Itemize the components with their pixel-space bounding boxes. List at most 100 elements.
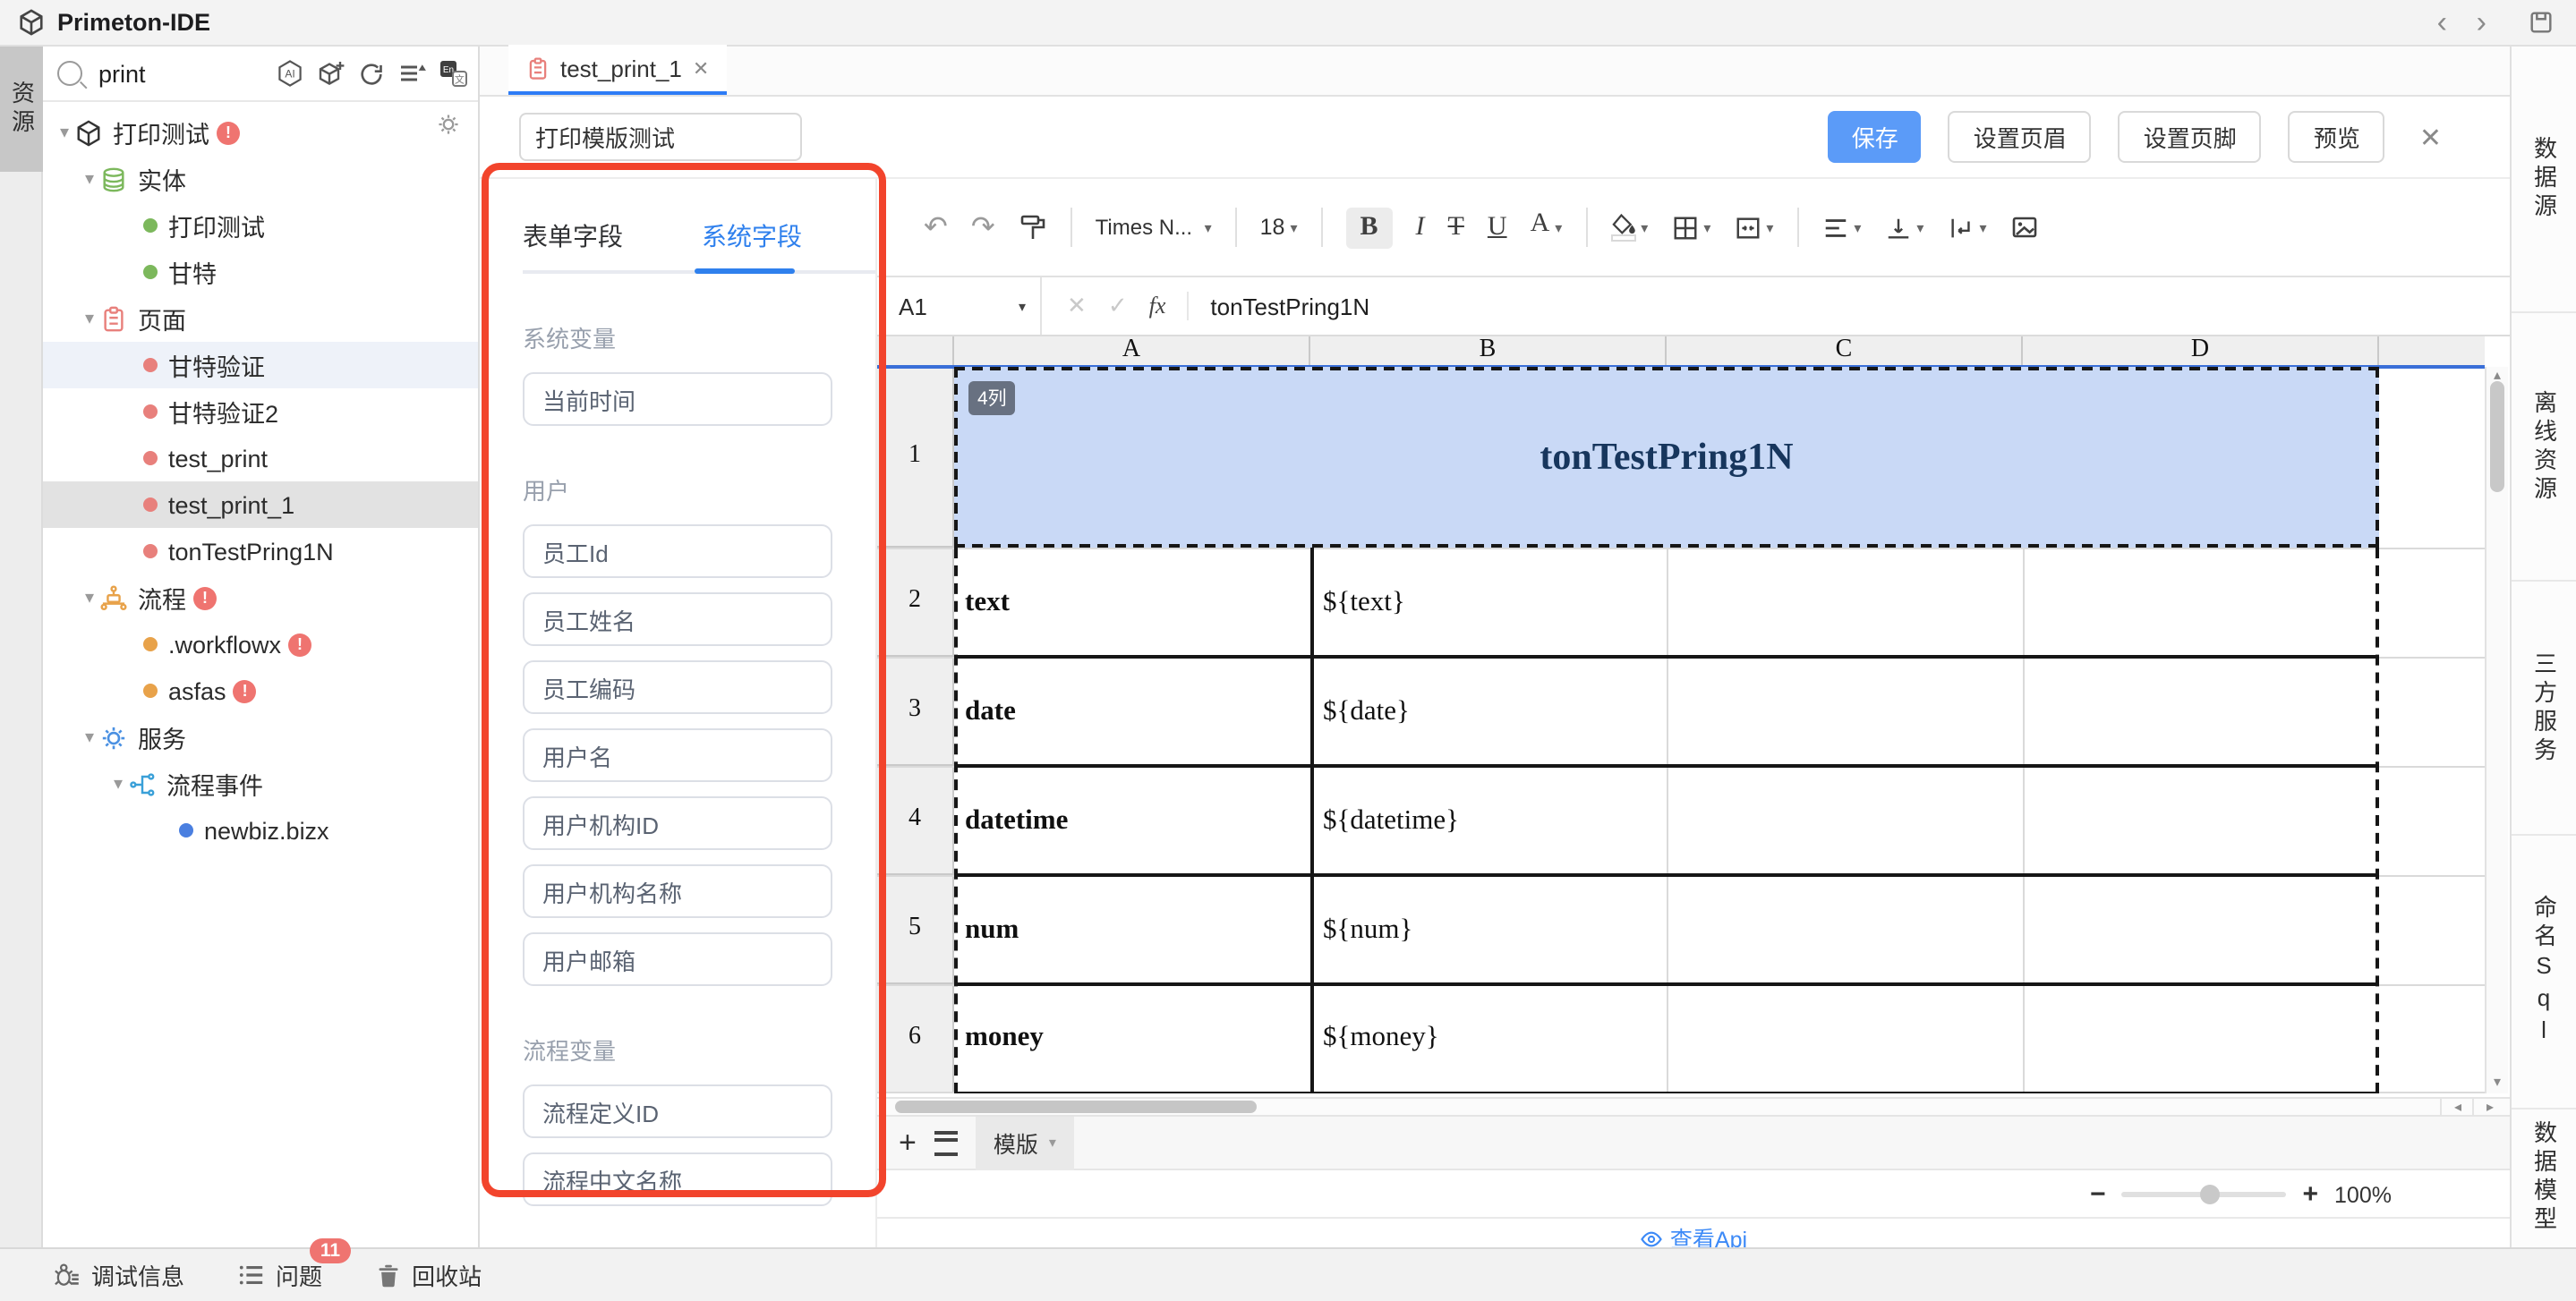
undo-icon[interactable]: ↶: [924, 209, 948, 245]
tree-item-page-selected[interactable]: test_print_1: [43, 481, 478, 528]
preview-button[interactable]: 预览: [2289, 111, 2385, 163]
font-family-select[interactable]: Times N... ▾: [1096, 215, 1212, 240]
field-chip-user-org-name[interactable]: 用户机构名称: [523, 864, 832, 918]
font-size-select[interactable]: 18 ▾: [1260, 215, 1298, 240]
confirm-formula-icon[interactable]: ✓: [1108, 292, 1128, 320]
tree-item-flow[interactable]: .workflowx !: [43, 621, 478, 668]
tree-item-entity[interactable]: 打印测试: [43, 202, 478, 249]
row-header-5[interactable]: 5: [877, 875, 954, 984]
sheet-list-icon[interactable]: [934, 1130, 958, 1155]
row-header-2[interactable]: 2: [877, 548, 954, 657]
cell-B6[interactable]: ${money}: [1323, 984, 1656, 1092]
tree-group-pages[interactable]: ▾ 页面: [43, 295, 478, 342]
sheet-tab-template[interactable]: 模版 ▾: [976, 1116, 1074, 1169]
nav-back-icon[interactable]: ‹: [2437, 0, 2447, 47]
horizontal-align-button[interactable]: ▾: [1821, 214, 1861, 241]
field-chip-employee-code[interactable]: 员工编码: [523, 660, 832, 714]
cell-A6[interactable]: money: [965, 984, 1298, 1092]
rail-tab-data-source[interactable]: 数据源: [2512, 47, 2576, 313]
underline-button[interactable]: U: [1488, 212, 1507, 242]
chevron-down-icon[interactable]: ▾: [1049, 1135, 1056, 1151]
format-painter-icon[interactable]: [1019, 213, 1047, 242]
bold-button[interactable]: B: [1346, 207, 1393, 248]
vertical-align-button[interactable]: ▾: [1884, 214, 1923, 241]
cell-A5[interactable]: num: [965, 875, 1298, 984]
recycle-bin-item[interactable]: 回收站: [376, 1258, 482, 1292]
field-chip-process-cn-name[interactable]: 流程中文名称: [523, 1152, 832, 1206]
tree-group-entity[interactable]: ▾ 实体: [43, 156, 478, 202]
insert-image-button[interactable]: [2009, 213, 2038, 242]
tree-group-flow-events[interactable]: ▾ 流程事件: [43, 761, 478, 807]
close-tab-icon[interactable]: ✕: [693, 56, 709, 80]
template-name-input[interactable]: [519, 113, 802, 161]
search-input[interactable]: [95, 58, 263, 89]
zoom-out-icon[interactable]: −: [2090, 1179, 2106, 1210]
cell-B3[interactable]: ${date}: [1323, 657, 1656, 766]
chevron-down-icon[interactable]: ▾: [107, 774, 129, 794]
tree-group-services[interactable]: ▾ 服务: [43, 714, 478, 761]
column-header-B[interactable]: B: [1310, 336, 1667, 367]
selected-merged-cell-A1[interactable]: 4列 tonTestPring1N: [954, 367, 2379, 548]
cell-A3[interactable]: date: [965, 657, 1298, 766]
column-header-D[interactable]: D: [2023, 336, 2379, 367]
debug-info-item[interactable]: 调试信息: [54, 1258, 184, 1292]
tree-item-page[interactable]: 甘特验证2: [43, 388, 478, 435]
scroll-left-icon[interactable]: ◂: [2440, 1099, 2474, 1115]
field-chip-user-email[interactable]: 用户邮箱: [523, 932, 832, 986]
chevron-down-icon[interactable]: ▾: [79, 169, 100, 189]
field-chip-process-def-id[interactable]: 流程定义ID: [523, 1084, 832, 1138]
close-editor-icon[interactable]: ✕: [2419, 121, 2442, 153]
nav-forward-icon[interactable]: ›: [2477, 0, 2486, 47]
rail-tab-named-sql[interactable]: 命名Sql: [2512, 836, 2576, 1110]
tab-form-fields[interactable]: 表单字段: [523, 218, 623, 270]
refresh-icon[interactable]: [358, 60, 385, 87]
zoom-control[interactable]: − + 100%: [2090, 1170, 2392, 1219]
row-header-6[interactable]: 6: [877, 984, 954, 1093]
field-chip-username[interactable]: 用户名: [523, 728, 832, 782]
text-wrap-button[interactable]: ▾: [1947, 214, 1986, 241]
fill-color-button[interactable]: ▾: [1610, 213, 1648, 242]
sheet-grid[interactable]: A B C D 1 2 3 4 5 6: [877, 336, 2510, 1095]
problems-item[interactable]: 问题 11: [238, 1258, 322, 1292]
cancel-formula-icon[interactable]: ✕: [1067, 292, 1087, 320]
horizontal-scrollbar[interactable]: ◂ ▸: [877, 1097, 2510, 1117]
save-button[interactable]: 保存: [1829, 111, 1922, 163]
scroll-right-icon[interactable]: ▸: [2472, 1099, 2506, 1115]
field-chip-employee-id[interactable]: 员工Id: [523, 524, 832, 578]
strikethrough-button[interactable]: T: [1448, 212, 1464, 242]
borders-button[interactable]: ▾: [1671, 214, 1710, 241]
italic-button[interactable]: I: [1416, 212, 1425, 242]
tree-item-page[interactable]: test_print: [43, 435, 478, 481]
set-page-header-button[interactable]: 设置页眉: [1949, 111, 2092, 163]
tree-item-page[interactable]: 甘特验证: [43, 342, 478, 388]
field-chip-current-time[interactable]: 当前时间: [523, 372, 832, 426]
tree-item-page[interactable]: tonTestPring1N: [43, 528, 478, 574]
tree-item-service[interactable]: newbiz.bizx: [43, 807, 478, 854]
rail-tab-data-model[interactable]: 数据模型: [2512, 1110, 2576, 1246]
chevron-down-icon[interactable]: ▾: [54, 123, 75, 142]
chevron-down-icon[interactable]: ▾: [79, 309, 100, 328]
row-header-4[interactable]: 4: [877, 766, 954, 875]
vertical-scrollbar[interactable]: ▴ ▾: [2485, 367, 2508, 1093]
field-chip-employee-name[interactable]: 员工姓名: [523, 592, 832, 646]
column-header-C[interactable]: C: [1667, 336, 2023, 367]
sort-list-icon[interactable]: [397, 59, 426, 88]
zoom-slider-thumb[interactable]: [2201, 1185, 2221, 1204]
cell-B5[interactable]: ${num}: [1323, 875, 1656, 984]
field-chip-user-org-id[interactable]: 用户机构ID: [523, 796, 832, 850]
cell-B4[interactable]: ${datetime}: [1323, 766, 1656, 875]
corner-header[interactable]: [877, 336, 954, 367]
horizontal-scroll-thumb[interactable]: [895, 1101, 1257, 1113]
add-sheet-icon[interactable]: +: [899, 1125, 917, 1161]
formula-value[interactable]: tonTestPring1N: [1210, 293, 1369, 319]
redo-icon[interactable]: ↷: [971, 209, 995, 245]
tree-item-flow[interactable]: asfas !: [43, 668, 478, 714]
translate-icon[interactable]: En 文: [439, 59, 467, 88]
set-page-footer-button[interactable]: 设置页脚: [2119, 111, 2262, 163]
rail-tab-third-party-services[interactable]: 三方服务: [2512, 582, 2576, 836]
row-header-3[interactable]: 3: [877, 657, 954, 766]
save-window-icon[interactable]: [2528, 9, 2555, 36]
cell-A2[interactable]: text: [965, 548, 1298, 657]
zoom-slider[interactable]: [2122, 1192, 2287, 1197]
tab-system-fields[interactable]: 系统字段: [702, 218, 802, 270]
